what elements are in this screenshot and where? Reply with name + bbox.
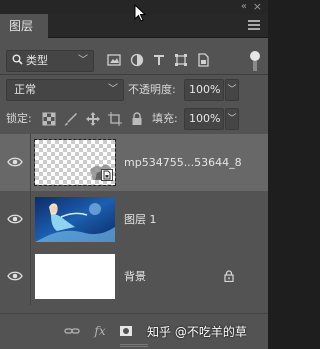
search-icon	[12, 54, 23, 65]
layer-filter-row: 类型 ﹀	[4, 50, 264, 72]
layer-name: mp534755...53644_8	[124, 156, 242, 169]
visibility-toggle[interactable]	[0, 134, 30, 191]
visibility-toggle[interactable]	[0, 191, 30, 248]
thumbnail-image	[35, 197, 115, 242]
link-layers-icon[interactable]	[64, 323, 80, 339]
filter-toggle[interactable]	[250, 51, 260, 71]
layer-thumbnail	[35, 197, 115, 242]
layer-name: 背景	[124, 270, 146, 283]
layer-style-fx-icon[interactable]: fx	[92, 323, 108, 339]
lock-row: 锁定: 填充: 100% ﹀	[4, 108, 264, 130]
layer-name: 图层 1	[124, 213, 157, 226]
resize-grip[interactable]	[120, 344, 148, 347]
type-filter-icon[interactable]	[152, 53, 166, 67]
blend-mode-select[interactable]: 正常 ﹀	[6, 79, 124, 101]
eye-icon	[7, 214, 23, 224]
lock-image-pixels-icon[interactable]	[64, 112, 78, 126]
shape-filter-icon[interactable]	[174, 53, 188, 67]
layer-row-smart-object[interactable]: mp534755...53644_8	[0, 134, 268, 191]
close-panel-icon[interactable]: ×	[253, 0, 262, 13]
chevron-down-icon: ﹀	[78, 55, 88, 66]
smart-object-filter-icon[interactable]	[196, 53, 210, 67]
layer-row-background[interactable]: 背景	[0, 248, 268, 305]
panel-menu-icon[interactable]	[248, 20, 260, 32]
adjustment-filter-icon[interactable]	[130, 53, 144, 67]
lock-transparent-pixels-icon[interactable]	[42, 112, 56, 126]
chevron-down-icon: ﹀	[108, 84, 118, 95]
mouse-cursor-icon	[134, 4, 147, 22]
visibility-toggle[interactable]	[0, 248, 30, 305]
layers-panel-footer: fx 知乎 @不吃羊的草	[0, 313, 268, 349]
filter-kind-select[interactable]: 类型 ﹀	[6, 50, 94, 72]
smart-object-badge-icon	[101, 169, 113, 181]
eye-icon	[7, 157, 23, 167]
layers-panel: 类型 ﹀ 正常 ﹀ 不透明度: 100% ﹀ 锁定: 填充: 100% ﹀ mp…	[0, 38, 268, 349]
fill-slider-button[interactable]: ﹀	[225, 108, 239, 130]
pixel-filter-icon[interactable]	[107, 53, 121, 67]
lock-icon	[224, 270, 234, 282]
opacity-slider-button[interactable]: ﹀	[225, 79, 239, 101]
lock-all-icon[interactable]	[130, 112, 144, 126]
filter-kind-label: 类型	[26, 54, 48, 67]
opacity-label: 不透明度:	[128, 83, 176, 96]
add-mask-icon[interactable]	[118, 323, 134, 339]
divider	[0, 74, 268, 75]
collapse-panel-icon[interactable]: «	[241, 1, 247, 12]
fill-input[interactable]: 100%	[184, 108, 224, 130]
lock-artboard-icon[interactable]	[108, 112, 122, 126]
lock-label: 锁定:	[6, 112, 32, 125]
fill-label: 填充:	[152, 112, 178, 125]
eye-icon	[7, 271, 23, 281]
blend-row: 正常 ﹀ 不透明度: 100% ﹀	[4, 79, 264, 101]
layer-thumbnail	[35, 254, 115, 299]
lock-position-icon[interactable]	[86, 112, 100, 126]
watermark-text: 知乎 @不吃羊的草	[147, 325, 247, 339]
blend-mode-value: 正常	[14, 83, 36, 96]
tab-layers[interactable]: 图层	[0, 14, 48, 38]
layer-row-image[interactable]: 图层 1	[0, 191, 268, 248]
opacity-input[interactable]: 100%	[184, 79, 224, 101]
